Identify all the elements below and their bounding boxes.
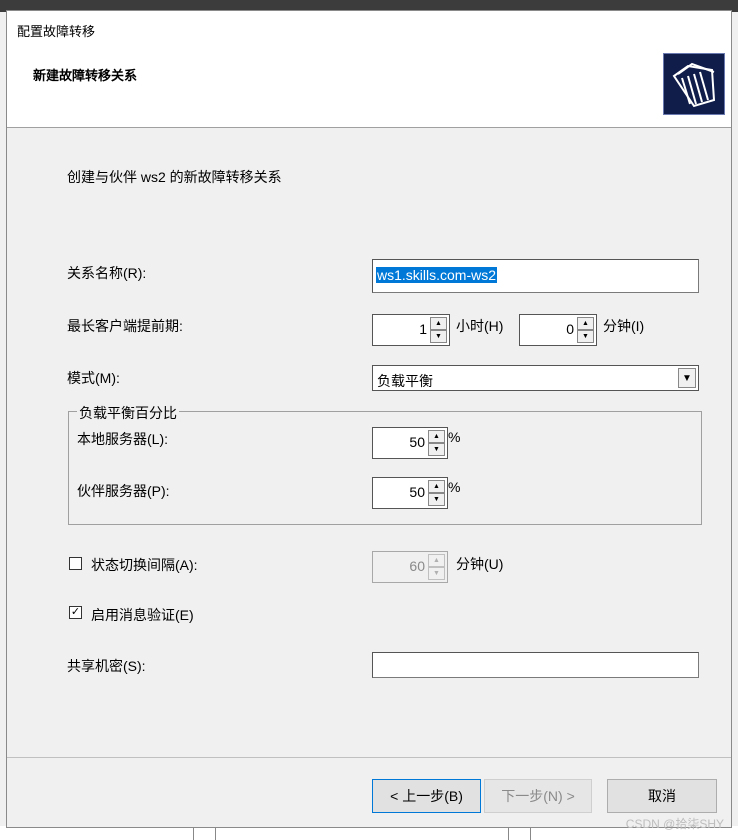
mclt-hours-value: 1: [419, 321, 427, 337]
page-title: 新建故障转移关系: [33, 68, 138, 83]
message-auth-label[interactable]: 启用消息验证(E): [91, 605, 194, 625]
state-switchover-stepper[interactable]: 60 ▲ ▼: [372, 551, 448, 583]
partner-server-percent-value: 50: [409, 484, 425, 500]
state-switchover-unit: 分钟(U): [456, 556, 504, 572]
title-bar[interactable]: 配置故障转移: [7, 11, 731, 45]
wizard-description: 创建与伙伴 ws2 的新故障转移关系: [67, 169, 282, 185]
relationship-name-value: ws1.skills.com-ws2: [376, 267, 498, 283]
spin-down-icon[interactable]: ▼: [430, 330, 447, 343]
spin-up-icon[interactable]: ▲: [428, 554, 445, 567]
relationship-name-input[interactable]: ws1.skills.com-ws2: [372, 259, 699, 293]
window-title: 配置故障转移: [17, 24, 96, 39]
spin-up-icon[interactable]: ▲: [430, 317, 447, 330]
shared-secret-label: 共享机密(S):: [67, 658, 146, 674]
spin-up-icon[interactable]: ▲: [577, 317, 594, 330]
state-switchover-checkbox[interactable]: [69, 557, 82, 570]
mode-label: 模式(M):: [67, 370, 120, 386]
local-server-percent-stepper[interactable]: 50 ▲ ▼: [372, 427, 448, 459]
mclt-label: 最长客户端提前期:: [67, 318, 183, 334]
next-button[interactable]: 下一步(N) >: [484, 779, 592, 813]
message-auth-checkbox[interactable]: ✓: [69, 606, 82, 619]
watermark: CSDN @拾柒SHY: [625, 817, 724, 831]
shared-secret-input[interactable]: [372, 652, 699, 678]
background-divider: [193, 826, 194, 840]
relationship-name-label: 关系名称(R):: [67, 265, 147, 281]
spin-down-icon[interactable]: ▼: [428, 493, 445, 506]
load-balance-group-title: 负载平衡百分比: [77, 403, 179, 423]
folders-icon: [663, 53, 725, 115]
state-switchover-label[interactable]: 状态切换间隔(A):: [91, 555, 198, 575]
mclt-minutes-value: 0: [566, 321, 574, 337]
failover-dialog: 配置故障转移 新建故障转移关系 创建与伙伴 ws2 的新故障转移关系 关系名称(…: [6, 10, 732, 828]
mclt-hours-stepper[interactable]: 1 ▲ ▼: [372, 314, 450, 346]
background-divider: [508, 826, 509, 840]
local-percent-sign: %: [448, 429, 461, 445]
chevron-down-icon[interactable]: ▼: [678, 368, 696, 388]
mode-selected-value: 负载平衡: [377, 373, 433, 389]
footer-divider: [7, 757, 731, 758]
spin-down-icon[interactable]: ▼: [577, 330, 594, 343]
spin-down-icon[interactable]: ▼: [428, 443, 445, 456]
cancel-button[interactable]: 取消: [607, 779, 717, 813]
mode-select[interactable]: 负载平衡 ▼: [372, 365, 699, 391]
state-switchover-value: 60: [409, 558, 425, 574]
spin-up-icon[interactable]: ▲: [428, 430, 445, 443]
background-divider: [215, 826, 216, 840]
partner-server-percent-stepper[interactable]: 50 ▲ ▼: [372, 477, 448, 509]
back-button[interactable]: < 上一步(B): [372, 779, 481, 813]
partner-server-label: 伙伴服务器(P):: [77, 483, 170, 499]
background-right-strip: [731, 12, 738, 840]
partner-percent-sign: %: [448, 479, 461, 495]
mclt-minutes-stepper[interactable]: 0 ▲ ▼: [519, 314, 597, 346]
background-divider: [530, 826, 531, 840]
wizard-header: 新建故障转移关系: [7, 45, 731, 128]
spin-down-icon[interactable]: ▼: [428, 567, 445, 580]
mclt-minutes-unit: 分钟(I): [603, 318, 645, 334]
mclt-hours-unit: 小时(H): [456, 318, 504, 334]
local-server-label: 本地服务器(L):: [77, 431, 168, 447]
local-server-percent-value: 50: [409, 434, 425, 450]
spin-up-icon[interactable]: ▲: [428, 480, 445, 493]
